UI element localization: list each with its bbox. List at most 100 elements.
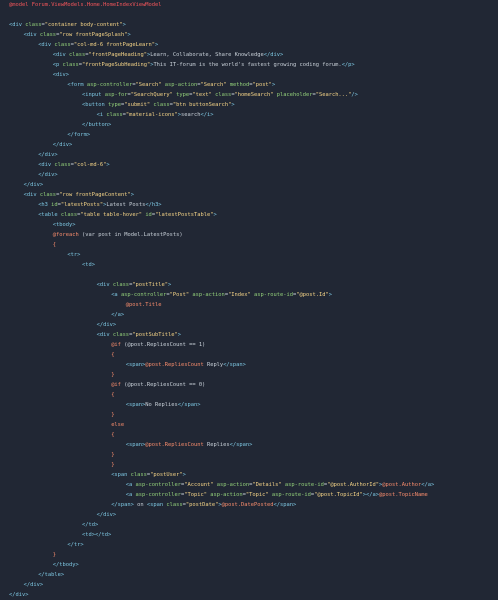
code-line: </tr> [67,540,83,550]
code-token: "text" [192,92,216,98]
code-token: @if [111,382,125,388]
code-line: </form> [67,130,90,140]
code-token: </td> [94,532,112,538]
code-token: > [106,162,110,168]
code-line: <button type="submit" class="btn buttonS… [82,100,235,110]
code-token: </span> [111,502,134,508]
code-line: <i class="material-icons">search</i> [97,110,214,120]
code-line: </div> [97,510,116,520]
code-token: <div [38,162,55,168]
code-line: <p class="frontPageSubHeading">This IT-f… [53,60,355,70]
code-token: "@post.TopicId" [314,492,363,498]
code-token: > [122,22,126,28]
code-line: <div class="row frontPageContent"> [24,190,134,200]
code-token: <div [9,22,26,28]
code-token: type [176,92,190,98]
code-token: Reply [203,362,224,368]
code-token: } [111,372,115,378]
code-token: class [39,32,57,38]
code-line: </div> [53,140,72,150]
code-line: <span>@post.RepliesCount Replies</span> [126,440,253,450]
code-token: class [54,162,71,168]
code-line: <div class="frontPageHeading">Learn, Col… [53,50,283,60]
code-line: <table class="table table-hover" id="lat… [38,210,217,220]
code-token: </a> [421,482,435,488]
code-line: </td> [82,520,98,530]
code-line: <a asp-controller="Account" asp-action="… [126,480,434,490]
code-token: <div [23,32,40,38]
code-token: /> [351,92,358,98]
code-token: </a> [366,492,380,498]
code-token: </button> [82,122,112,128]
code-line: <tr> [67,250,80,260]
code-token: <a [125,492,136,498]
code-token: "col-md-6 frontPageLearn" [73,42,156,48]
code-token: "row frontPageSplash" [59,32,128,38]
code-token: <h3 [38,202,52,208]
code-token: "Index" [228,292,255,298]
code-token: Latest Posts [106,202,146,208]
code-token: <input [82,92,105,98]
code-token: Replies [203,442,230,448]
code-token: class [25,22,42,28]
code-token: </i> [200,112,214,118]
code-line: </div> [24,180,43,190]
code-token: <div [38,42,55,48]
code-token: <button [82,102,108,108]
code-token: > [155,42,159,48]
code-token: > [168,282,172,288]
code-line: </div> [38,150,57,160]
code-token: <p [52,62,63,68]
code-token: on [133,502,147,508]
code-token: <form [67,82,87,88]
code-token: "postTitle" [132,282,169,288]
code-token: "@post.Id" [296,292,329,298]
code-token: > [177,332,181,338]
code-token: <span> [125,442,146,448]
code-line: </table> [38,570,64,580]
code-token: } [111,462,115,468]
code-token: @post.TopicName [379,492,428,498]
code-token: class [60,212,78,218]
code-line: </tbody> [53,560,79,570]
code-token: <td> [82,532,95,538]
code-token: asp-controller [135,492,181,498]
code-token: "frontPageHeading" [88,52,147,58]
code-token: class [153,102,170,108]
code-line: </span> on <span class="postDate">@post.… [111,500,296,510]
code-token: <span [146,502,167,508]
code-token: "table table-hover" [80,212,146,218]
code-line: { [53,240,56,250]
code-token: "Search..." [315,92,352,98]
code-token: </div> [38,172,58,178]
code-token: <span> [125,402,146,408]
code-editor[interactable]: @model Forum.ViewModels.Home.HomeIndexVi… [0,0,498,599]
code-token: (@post.RepliesCount == 0) [124,382,206,388]
code-token: "homeSearch" [234,92,277,98]
code-token: "Topic" [184,492,211,498]
code-line: } [111,450,114,460]
code-token: placeholder [276,92,313,98]
code-token: class [39,192,57,198]
code-token: "Search" [135,82,165,88]
code-token: class [215,92,232,98]
code-token: class [112,282,130,288]
code-token: "SearchQuery" [130,92,177,98]
code-line: { [111,390,114,400]
code-token: </div> [23,182,44,188]
code-token: <a [125,482,136,488]
code-token: > [127,32,131,38]
code-line: @foreach (var post in Model.LatestPosts) [53,230,183,240]
code-token: "Topic" [245,492,272,498]
code-token: "postSubTitle" [132,332,178,338]
code-token: else [111,422,125,428]
code-token: <div> [52,72,70,78]
code-line: </button> [82,120,111,130]
code-token: </span> [223,362,246,368]
code-token: asp-action [164,82,198,88]
code-token: </span> [177,402,201,408]
code-line: <div class="col-md-6 frontPageLearn"> [38,40,158,50]
code-token: No Replies [145,402,178,408]
code-token: @post.RepliesCount [145,442,204,448]
code-token: <div [96,332,113,338]
